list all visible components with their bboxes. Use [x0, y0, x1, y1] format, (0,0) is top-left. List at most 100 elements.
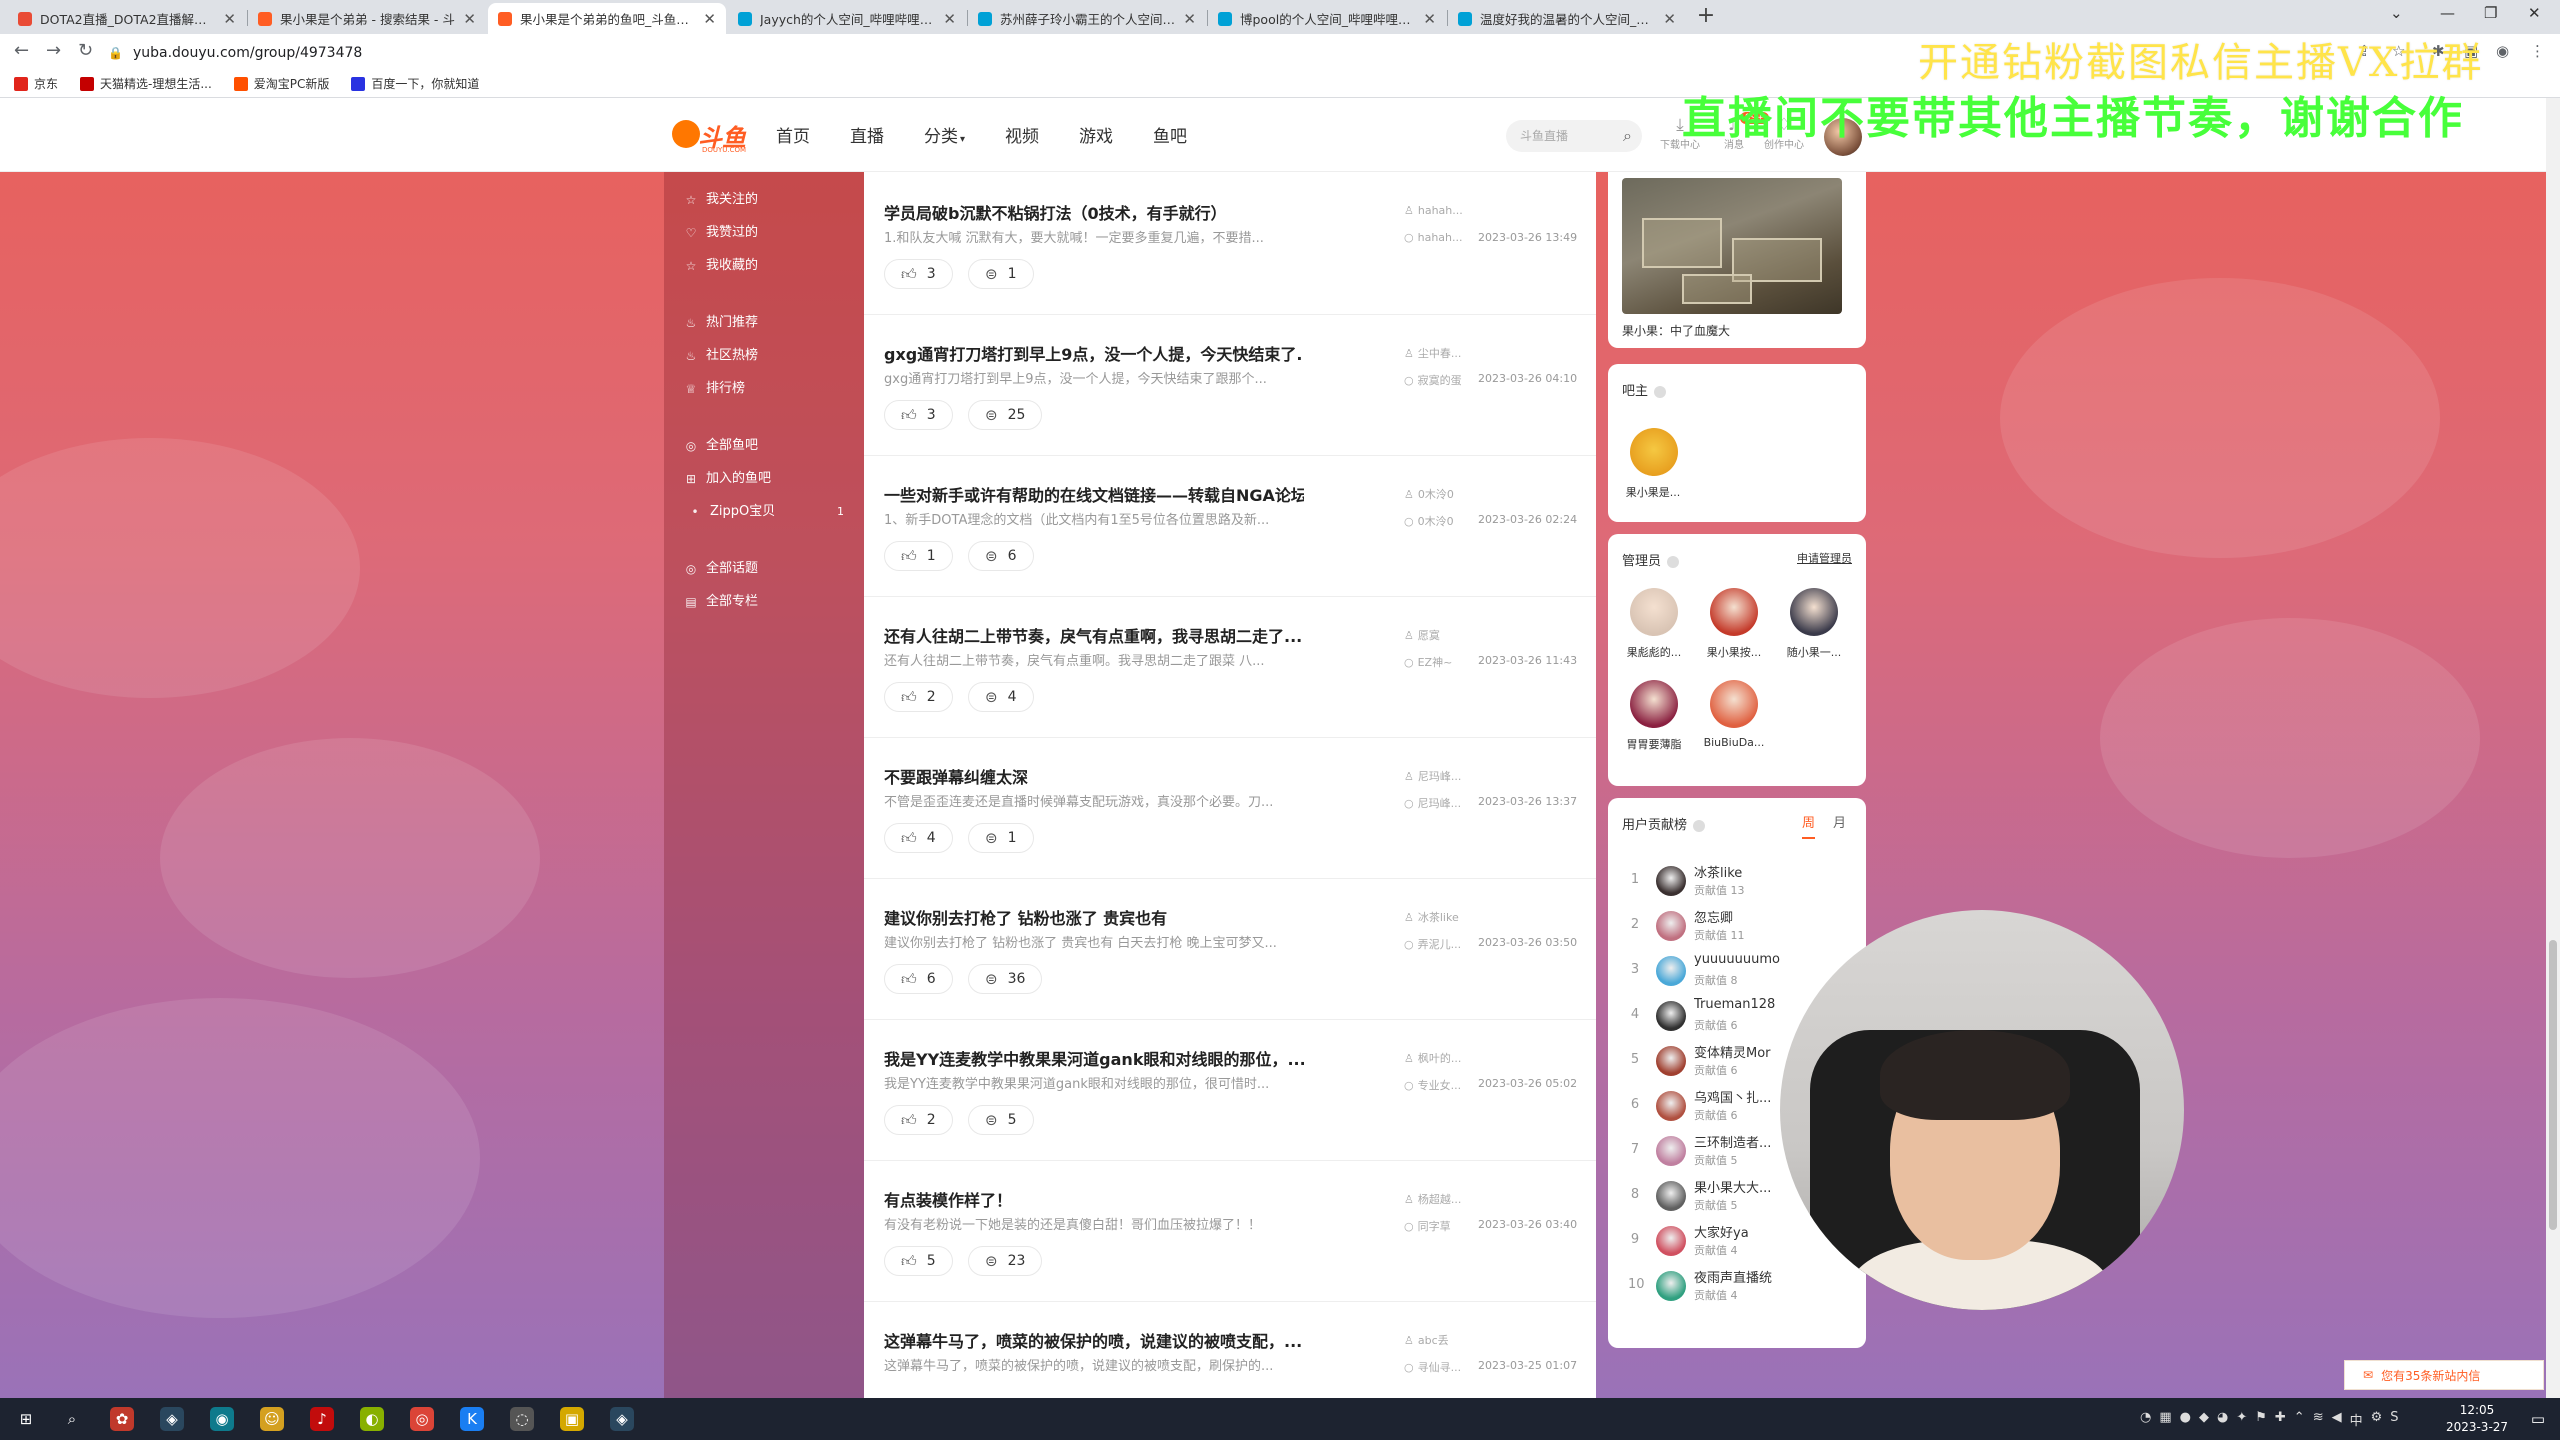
notification-center-icon[interactable]: ▭ — [2526, 1407, 2550, 1431]
apply-admin-link[interactable]: 申请管理员 — [1797, 550, 1852, 566]
sidebar-item[interactable]: ♨ 热门推荐 — [684, 311, 758, 335]
post-title[interactable]: gxg通宵打刀塔打到早上9点，没一个人提，今天快结束了... — [884, 341, 1304, 365]
tab-search-icon[interactable]: ⌄ — [2390, 4, 2403, 22]
forward-icon[interactable]: → — [46, 40, 61, 61]
post-author[interactable]: ♙ 杨超越... — [1404, 1191, 1461, 1207]
post-author[interactable]: ♙ 尘中春... — [1404, 345, 1461, 361]
tab-close-icon[interactable]: ✕ — [463, 10, 476, 28]
post-author[interactable]: ♙ hahah... — [1404, 204, 1463, 217]
tab-close-icon[interactable]: ✕ — [703, 10, 716, 28]
douyu-logo[interactable]: 斗鱼 DOUYU.COM — [672, 118, 748, 154]
post-author[interactable]: ♙ abc丢 — [1404, 1332, 1449, 1348]
bookmark-item[interactable]: 天猫精选-理想生活... — [80, 75, 212, 92]
like-button[interactable]: 👍︎ 5 — [884, 1246, 953, 1276]
post-item[interactable]: 有点装模作样了！ 有没有老粉说一下她是装的还是真傻白甜！哥们血压被拉爆了！！ ♙ 杨超… — [864, 1161, 1596, 1302]
rank-user-name[interactable]: 果小果大大... — [1694, 1177, 1784, 1196]
sidebar-item[interactable]: ◎ 全部鱼吧 — [684, 434, 758, 458]
like-button[interactable]: 👍︎ 6 — [884, 964, 953, 994]
rank-user-name[interactable]: 夜雨声直播统 — [1694, 1267, 1784, 1286]
rank-user-name[interactable]: 忽忘卿 — [1694, 907, 1784, 926]
minimize-button[interactable]: — — [2440, 4, 2455, 22]
help-icon[interactable] — [1654, 385, 1667, 398]
start-icon[interactable]: ⊞ — [14, 1407, 38, 1431]
comment-button[interactable]: ⊜ 4 — [968, 682, 1034, 712]
profile-icon[interactable]: ◉ — [2496, 42, 2509, 60]
comment-button[interactable]: ⊜ 6 — [968, 541, 1034, 571]
search-icon[interactable]: ⌕ — [60, 1407, 84, 1431]
site-message-toast[interactable]: ✉ 您有35条新站内信 — [2344, 1360, 2544, 1390]
like-button[interactable]: 👍︎ 3 — [884, 259, 953, 289]
ranking-row[interactable]: 3 yuuuuuuumo 贡献值 8 — [1622, 950, 1852, 995]
scrollbar-thumb[interactable] — [2549, 940, 2557, 1230]
kugou-icon[interactable]: K — [460, 1407, 484, 1431]
post-title[interactable]: 我是YY连麦教学中教果果河道gank眼和对线眼的那位，... — [884, 1046, 1304, 1070]
nav-item[interactable]: 分类 — [924, 122, 965, 147]
menu-icon[interactable]: ⋮ — [2530, 42, 2545, 60]
owner-avatar[interactable] — [1630, 428, 1678, 476]
app-icon[interactable]: ✿ — [110, 1407, 134, 1431]
tray-icon[interactable]: ⚙ — [2371, 1410, 2383, 1429]
post-author[interactable]: ♙ 愿寞 — [1404, 627, 1440, 643]
sidebar-item[interactable]: ▤ 全部专栏 — [684, 590, 758, 614]
admin-name[interactable]: 果小果按... — [1699, 644, 1769, 660]
admin-name[interactable]: BiuBiuDa... — [1699, 736, 1769, 749]
comment-button[interactable]: ⊜ 5 — [968, 1105, 1034, 1135]
tray-icon[interactable]: ● — [2180, 1410, 2191, 1429]
post-item[interactable]: 这弹幕牛马了，喷菜的被保护的喷，说建议的被喷支配，... 这弹幕牛马了，喷菜的被保… — [864, 1302, 1596, 1398]
rank-user-name[interactable]: 三环制造者... — [1694, 1132, 1784, 1151]
sidebar-item[interactable]: • ZippO宝贝 — [688, 500, 775, 524]
tab-month[interactable]: 月 — [1833, 812, 1846, 839]
sidebar-item[interactable]: ◎ 全部话题 — [684, 557, 758, 581]
like-button[interactable]: 👍︎ 2 — [884, 682, 953, 712]
post-item[interactable]: 不要跟弹幕纠缠太深 不管是歪歪连麦还是直播时候弹幕支配玩游戏，真没那个必要。刀..… — [864, 738, 1596, 879]
nav-item[interactable]: 鱼吧 — [1153, 122, 1187, 147]
nav-item[interactable]: 游戏 — [1079, 122, 1113, 147]
bookmark-item[interactable]: 京东 — [14, 75, 58, 92]
post-author[interactable]: ♙ 枫叶的... — [1404, 1050, 1461, 1066]
bookmark-item[interactable]: 爱淘宝PC新版 — [233, 75, 329, 92]
rank-user-name[interactable]: 大家好ya — [1694, 1222, 1784, 1241]
taskbar-clock[interactable]: 12:05 2023-3-27 — [2432, 1402, 2522, 1436]
new-tab-button[interactable]: + — [1692, 3, 1720, 31]
wifi-icon[interactable]: ≋ — [2313, 1410, 2324, 1429]
sidebar-item[interactable]: ♨ 社区热榜 — [684, 344, 758, 368]
like-button[interactable]: 👍︎ 4 — [884, 823, 953, 853]
admin-avatar[interactable] — [1710, 680, 1758, 728]
video-thumbnail[interactable] — [1622, 178, 1842, 314]
post-replier[interactable]: ○ 寻仙寻... — [1404, 1359, 1461, 1375]
sidebar-item[interactable]: ☆ 我收藏的 — [684, 254, 758, 278]
tray-icon[interactable]: ⌃ — [2294, 1410, 2305, 1429]
post-replier[interactable]: ○ 同字草 — [1404, 1218, 1451, 1234]
steam-icon[interactable]: ◈ — [610, 1407, 634, 1431]
post-title[interactable]: 有点装模作样了！ — [884, 1187, 1304, 1211]
tab-week[interactable]: 周 — [1801, 812, 1815, 839]
tray-icon[interactable]: ◕ — [2217, 1410, 2228, 1429]
like-button[interactable]: 👍︎ 3 — [884, 400, 953, 430]
ranking-row[interactable]: 1 冰茶like 贡献值 13 — [1622, 860, 1852, 905]
tray-icon[interactable]: ◔ — [2140, 1410, 2151, 1429]
admin-avatar[interactable] — [1790, 588, 1838, 636]
sidebar-item[interactable]: ☆ 我关注的 — [684, 188, 758, 212]
tab-close-icon[interactable]: ✕ — [1183, 10, 1196, 28]
like-button[interactable]: 👍︎ 1 — [884, 541, 953, 571]
post-item[interactable]: 一些对新手或许有帮助的在线文档链接——转载自NGA论坛 1、新手DOTA理念的文档… — [864, 456, 1596, 597]
sidebar-item[interactable]: ♕ 排行榜 — [684, 377, 745, 401]
admin-avatar[interactable] — [1630, 680, 1678, 728]
comment-button[interactable]: ⊜ 25 — [968, 400, 1043, 430]
antivirus-icon[interactable]: S — [2390, 1410, 2398, 1429]
post-item[interactable]: 建议你别去打枪了 钻粉也涨了 贵宾也有 建议你别去打枪了 钻粉也涨了 贵宾也有 白… — [864, 879, 1596, 1020]
admin-name[interactable]: 随小果一... — [1779, 644, 1849, 660]
post-item[interactable]: gxg通宵打刀塔打到早上9点，没一个人提，今天快结束了... gxg通宵打刀塔打到… — [864, 315, 1596, 456]
post-replier[interactable]: ○ hahah... — [1404, 231, 1463, 244]
tray-icon[interactable]: ✦ — [2236, 1410, 2247, 1429]
app-icon[interactable]: ◌ — [510, 1407, 534, 1431]
sidebar-item[interactable]: ⊞ 加入的鱼吧 — [684, 467, 771, 491]
search-input[interactable]: 斗鱼直播 ⌕ — [1506, 120, 1642, 152]
rank-user-name[interactable]: Trueman128 — [1694, 997, 1784, 1012]
post-replier[interactable]: ○ 尼玛峰... — [1404, 795, 1461, 811]
browser-tab[interactable]: 苏州薛子玲小霸王的个人空间_哔 ✕ — [968, 3, 1206, 34]
post-title[interactable]: 建议你别去打枪了 钻粉也涨了 贵宾也有 — [884, 905, 1304, 929]
video-card[interactable]: 果小果：中了血魔大 — [1608, 172, 1866, 348]
nav-item[interactable]: 视频 — [1005, 122, 1039, 147]
chrome-icon[interactable]: ◎ — [410, 1407, 434, 1431]
